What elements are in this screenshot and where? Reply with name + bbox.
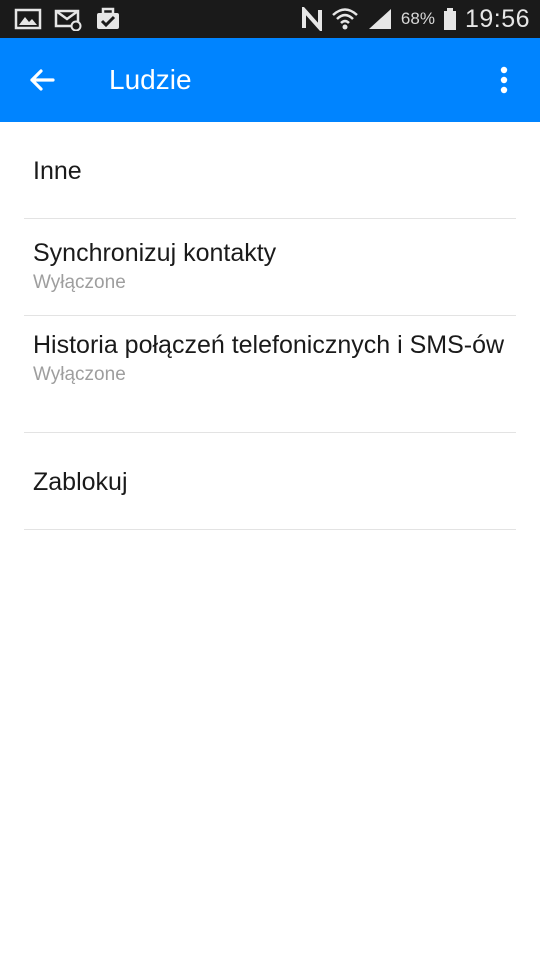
arrow-left-icon <box>30 69 55 91</box>
settings-item-title: Historia połączeń telefonicznych i SMS-ó… <box>33 331 505 359</box>
battery-icon <box>443 8 456 30</box>
image-icon <box>14 8 42 30</box>
settings-item-call-sms-history[interactable]: Historia połączeń telefonicznych i SMS-ó… <box>24 316 516 433</box>
settings-list: Inne Synchronizuj kontakty Wyłączone His… <box>0 122 540 530</box>
notification-icons <box>14 7 122 31</box>
back-button[interactable] <box>18 56 66 104</box>
settings-item-other[interactable]: Inne <box>24 122 516 219</box>
signal-icon <box>368 9 391 29</box>
settings-item-title: Inne <box>33 157 82 185</box>
settings-item-status: Wyłączone <box>33 272 126 293</box>
status-bar: 68% 19:56 <box>0 0 540 38</box>
page-title: Ludzie <box>109 64 192 95</box>
overflow-menu-button[interactable] <box>482 56 526 104</box>
battery-percent: 68% <box>400 9 435 28</box>
nfc-icon <box>301 7 322 31</box>
settings-item-status: Wyłączone <box>33 364 126 385</box>
settings-item-block[interactable]: Zablokuj <box>24 433 516 530</box>
settings-item-sync-contacts[interactable]: Synchronizuj kontakty Wyłączone <box>24 219 516 316</box>
email-icon <box>54 9 82 31</box>
settings-item-title: Zablokuj <box>33 468 128 496</box>
more-vert-icon <box>500 66 508 94</box>
clock: 19:56 <box>464 4 530 33</box>
briefcase-check-icon <box>97 7 119 29</box>
wifi-icon <box>332 8 358 30</box>
app-bar: Ludzie <box>0 38 540 122</box>
settings-item-title: Synchronizuj kontakty <box>33 239 277 267</box>
system-icons: 68% 19:56 <box>301 0 530 38</box>
